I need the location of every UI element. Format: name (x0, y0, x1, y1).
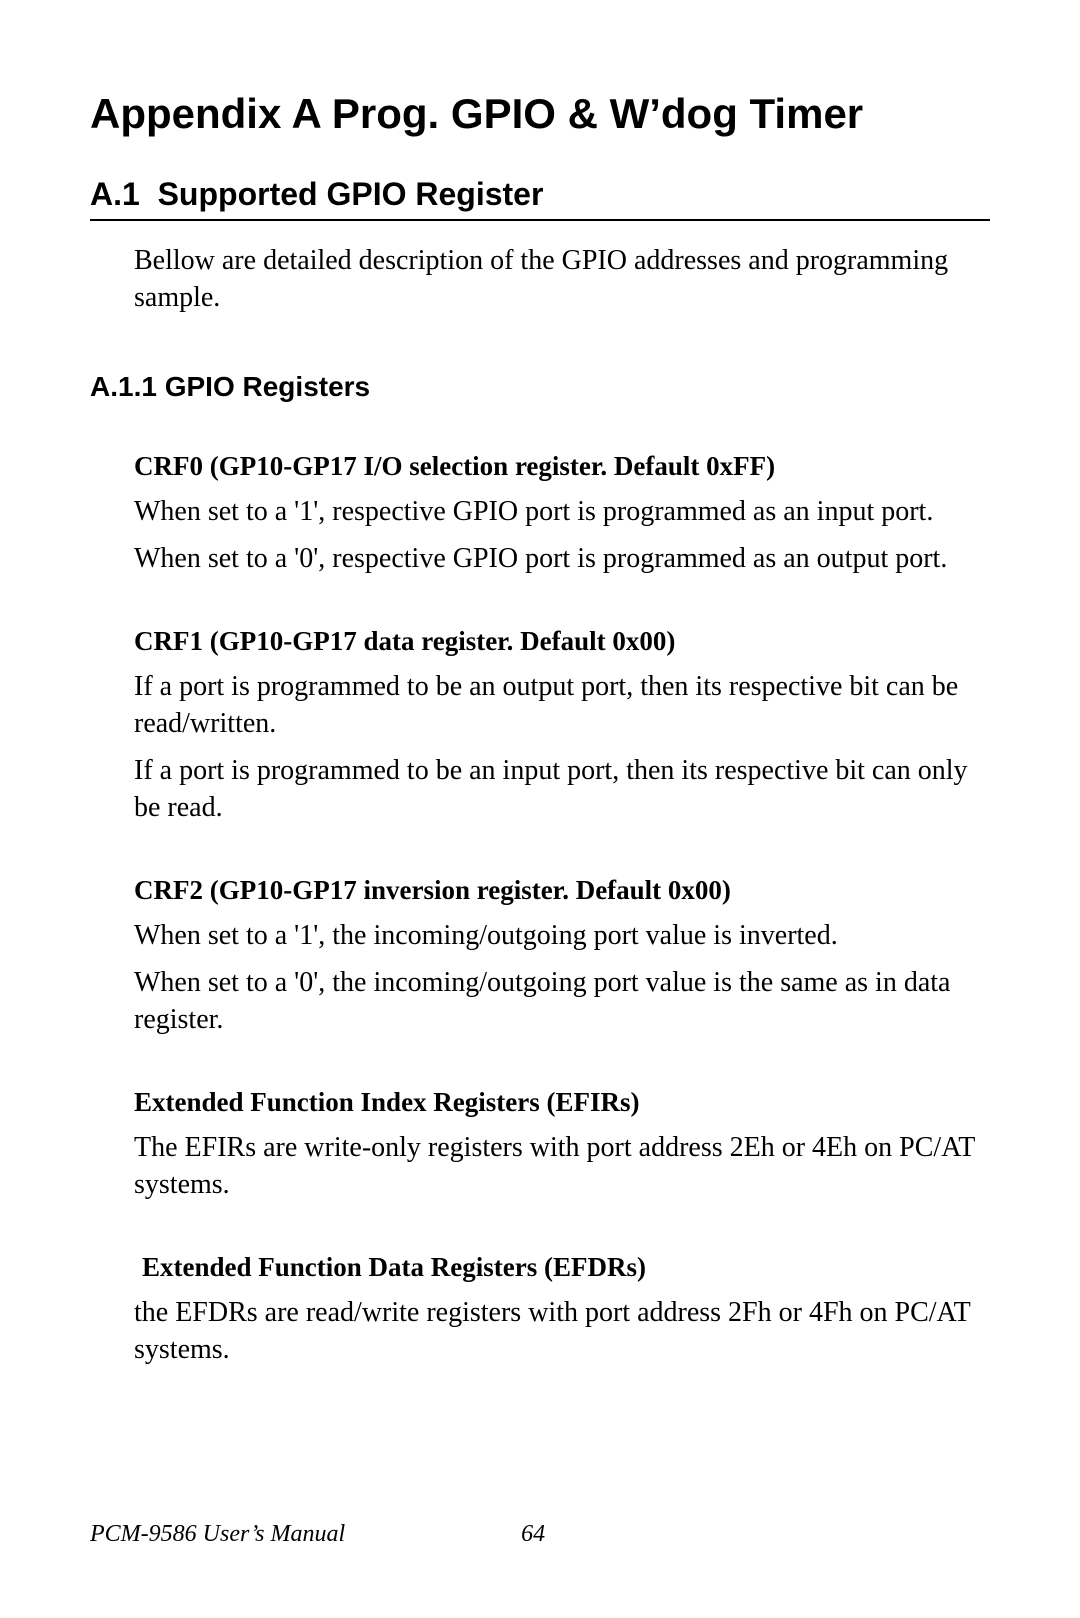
register-title: CRF0 (GP10-GP17 I/O selection register. … (134, 449, 990, 484)
register-crf1: CRF1 (GP10-GP17 data register. Default 0… (134, 624, 990, 827)
subsection-title: GPIO Registers (165, 371, 370, 402)
page-footer: PCM-9586 User’s Manual 64 (90, 1521, 545, 1548)
section-heading: A.1 Supported GPIO Register (90, 176, 990, 213)
register-crf0: CRF0 (GP10-GP17 I/O selection register. … (134, 449, 990, 578)
register-efdrs: Extended Function Data Registers (EFDRs)… (134, 1250, 990, 1369)
subsection-heading: A.1.1 GPIO Registers (90, 371, 990, 403)
manual-name: PCM-9586 User’s Manual (90, 1521, 345, 1547)
section-intro: Bellow are detailed description of the G… (134, 243, 990, 317)
section-rule (90, 219, 990, 221)
register-paragraph: the EFDRs are read/write registers with … (134, 1295, 990, 1369)
register-paragraph: The EFIRs are write-only registers with … (134, 1130, 990, 1204)
subsection-number: A.1.1 (90, 371, 157, 402)
register-title: CRF1 (GP10-GP17 data register. Default 0… (134, 624, 990, 659)
register-paragraph: When set to a '1', respective GPIO port … (134, 494, 990, 531)
register-paragraph: If a port is programmed to be an input p… (134, 753, 990, 827)
register-paragraph: When set to a '1', the incoming/outgoing… (134, 918, 990, 955)
register-title: Extended Function Index Registers (EFIRs… (134, 1085, 990, 1120)
register-paragraph: When set to a '0', respective GPIO port … (134, 541, 990, 578)
page: Appendix A Prog. GPIO & W’dog Timer A.1 … (0, 0, 1080, 1618)
register-efirs: Extended Function Index Registers (EFIRs… (134, 1085, 990, 1204)
register-title: CRF2 (GP10-GP17 inversion register. Defa… (134, 873, 990, 908)
appendix-title: Appendix A Prog. GPIO & W’dog Timer (90, 90, 990, 138)
register-title: Extended Function Data Registers (EFDRs) (142, 1250, 990, 1285)
section-number: A.1 (90, 176, 140, 212)
register-paragraph: When set to a '0', the incoming/outgoing… (134, 965, 990, 1039)
section-title: Supported GPIO Register (158, 176, 544, 212)
register-paragraph: If a port is programmed to be an output … (134, 669, 990, 743)
page-number: 64 (521, 1521, 545, 1548)
register-crf2: CRF2 (GP10-GP17 inversion register. Defa… (134, 873, 990, 1039)
